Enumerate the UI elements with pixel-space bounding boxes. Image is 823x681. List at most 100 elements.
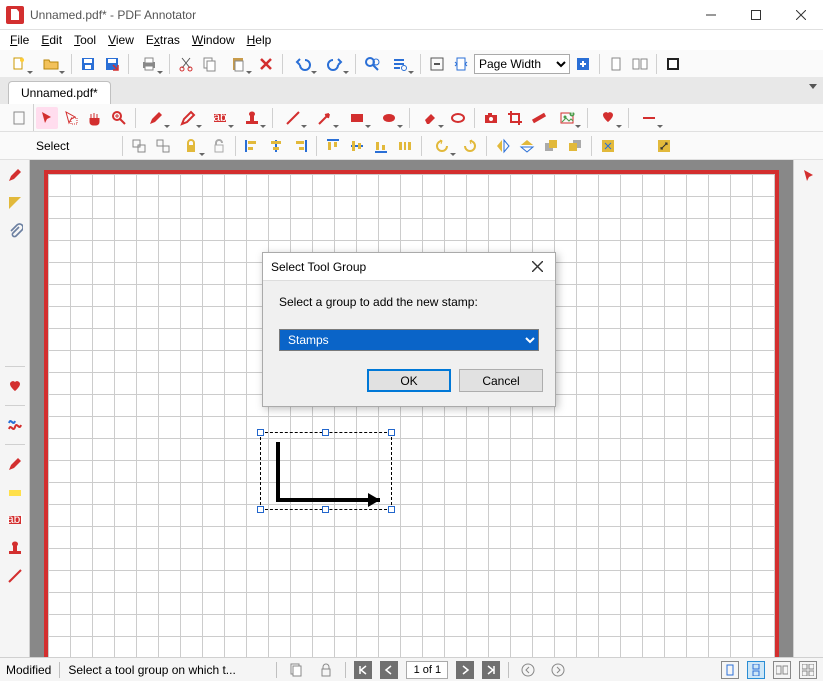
crop-tool[interactable] [504, 107, 526, 129]
page-icon[interactable] [8, 107, 30, 129]
align-right-button[interactable] [289, 135, 311, 157]
zoom-select[interactable]: Page Width [474, 54, 570, 74]
sb-highlight-icon[interactable] [4, 481, 26, 503]
favorites-tool[interactable] [593, 107, 623, 129]
view-two-page-button[interactable] [773, 661, 791, 679]
save-button[interactable] [77, 53, 99, 75]
unlock-button[interactable] [208, 135, 230, 157]
menu-tool[interactable]: Tool [70, 31, 100, 49]
ok-button[interactable]: OK [367, 369, 451, 392]
search-list-button[interactable] [385, 53, 415, 75]
cursor-icon[interactable] [801, 168, 817, 189]
open-button[interactable] [36, 53, 66, 75]
pen-tool[interactable] [141, 107, 171, 129]
next-page-button[interactable] [456, 661, 474, 679]
image-tool[interactable]: + [552, 107, 582, 129]
canvas[interactable] [30, 160, 793, 679]
style-tool[interactable] [634, 107, 664, 129]
last-page-button[interactable] [482, 661, 500, 679]
group-button[interactable] [128, 135, 150, 157]
dialog-close-button[interactable] [527, 257, 547, 277]
sb-pen-icon[interactable] [4, 164, 26, 186]
new-button[interactable] [4, 53, 34, 75]
send-back-button[interactable] [564, 135, 586, 157]
menu-window[interactable]: Window [188, 31, 239, 49]
menu-help[interactable]: Help [243, 31, 276, 49]
sb-line-icon[interactable] [4, 565, 26, 587]
rotate-left-button[interactable] [427, 135, 457, 157]
measure-tool[interactable] [528, 107, 550, 129]
zoom-tool[interactable] [108, 107, 130, 129]
view-continuous-button[interactable] [747, 661, 765, 679]
rotate-right-button[interactable] [459, 135, 481, 157]
menu-file[interactable]: File [6, 31, 33, 49]
eraser-tool[interactable] [415, 107, 445, 129]
align-top-button[interactable] [322, 135, 344, 157]
lock-button[interactable] [176, 135, 206, 157]
undo-button[interactable] [288, 53, 318, 75]
status-copy-icon[interactable] [285, 659, 307, 681]
arrow-tool[interactable] [310, 107, 340, 129]
print-button[interactable] [134, 53, 164, 75]
paste-button[interactable] [223, 53, 253, 75]
page-field[interactable] [406, 661, 448, 679]
zoom-out-button[interactable] [426, 53, 448, 75]
text-tool[interactable]: ab [205, 107, 235, 129]
fit-page-button[interactable] [450, 53, 472, 75]
rect-tool[interactable] [342, 107, 372, 129]
save-as-button[interactable] [101, 53, 123, 75]
arrow-annotation[interactable] [270, 440, 400, 515]
fit-selection-button[interactable] [597, 135, 619, 157]
menu-extras[interactable]: Extras [142, 31, 184, 49]
align-left-button[interactable] [241, 135, 263, 157]
ellipse-tool[interactable] [374, 107, 404, 129]
flip-h-button[interactable] [492, 135, 514, 157]
line-tool[interactable] [278, 107, 308, 129]
find-button[interactable] [361, 53, 383, 75]
bring-front-button[interactable] [540, 135, 562, 157]
sb-squiggle-icon[interactable] [4, 414, 26, 436]
distribute-h-button[interactable] [394, 135, 416, 157]
stamp-tool[interactable] [237, 107, 267, 129]
group-select[interactable]: Stamps [279, 329, 539, 351]
copy-button[interactable] [199, 53, 221, 75]
single-page-button[interactable] [605, 53, 627, 75]
fullscreen-button[interactable] [662, 53, 684, 75]
select-tool[interactable] [36, 107, 58, 129]
menu-edit[interactable]: Edit [37, 31, 66, 49]
marker-tool[interactable] [173, 107, 203, 129]
pan-tool[interactable] [84, 107, 106, 129]
nav-back-button[interactable] [517, 659, 539, 681]
zoom-in-button[interactable] [572, 53, 594, 75]
sb-triangle-icon[interactable] [4, 192, 26, 214]
sb-attachment-icon[interactable] [4, 220, 26, 242]
view-two-continuous-button[interactable] [799, 661, 817, 679]
sb-stamp-icon[interactable] [4, 537, 26, 559]
tabs-menu-button[interactable] [809, 84, 817, 89]
minimize-button[interactable] [688, 0, 733, 30]
ungroup-button[interactable] [152, 135, 174, 157]
sb-heart-icon[interactable] [4, 375, 26, 397]
status-lock-icon[interactable] [315, 659, 337, 681]
delete-button[interactable] [255, 53, 277, 75]
flip-v-button[interactable] [516, 135, 538, 157]
document-tab[interactable]: Unnamed.pdf* [8, 81, 111, 104]
snapshot-tool[interactable] [480, 107, 502, 129]
align-middle-button[interactable] [346, 135, 368, 157]
cut-button[interactable] [175, 53, 197, 75]
align-bottom-button[interactable] [370, 135, 392, 157]
resize-button[interactable] [653, 135, 675, 157]
two-page-button[interactable] [629, 53, 651, 75]
prev-page-button[interactable] [380, 661, 398, 679]
nav-fwd-button[interactable] [547, 659, 569, 681]
redo-button[interactable] [320, 53, 350, 75]
cancel-button[interactable]: Cancel [459, 369, 543, 392]
maximize-button[interactable] [733, 0, 778, 30]
close-button[interactable] [778, 0, 823, 30]
view-single-button[interactable] [721, 661, 739, 679]
sb-text-icon[interactable]: abl [4, 509, 26, 531]
erase-area-tool[interactable] [447, 107, 469, 129]
align-center-h-button[interactable] [265, 135, 287, 157]
menu-view[interactable]: View [104, 31, 138, 49]
lasso-tool[interactable] [60, 107, 82, 129]
